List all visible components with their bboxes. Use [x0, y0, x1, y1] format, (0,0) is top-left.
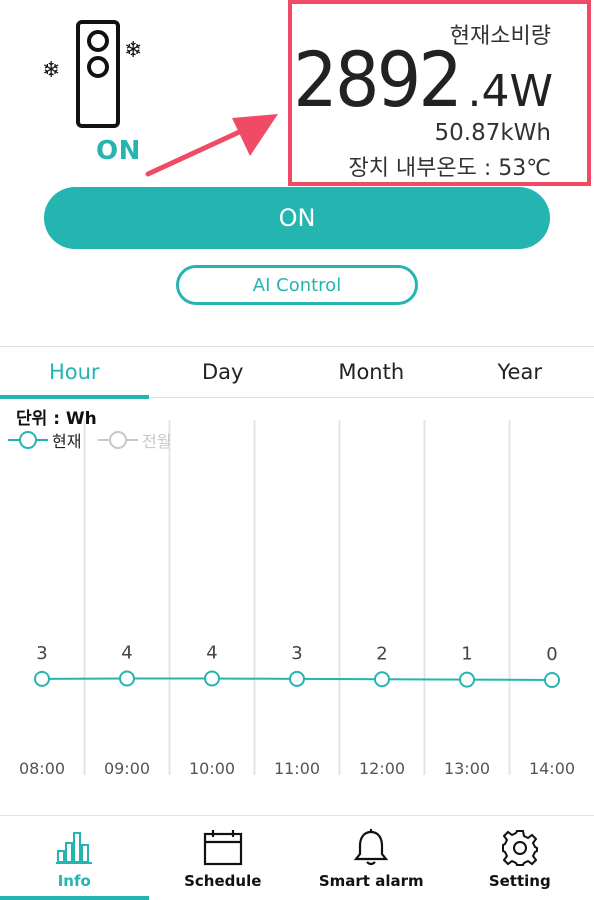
data-label: 3 [36, 643, 47, 664]
data-point [119, 670, 135, 687]
data-point [204, 670, 220, 687]
data-label: 2 [376, 643, 387, 664]
data-point [34, 670, 50, 687]
tab-hour[interactable]: Hour [0, 347, 149, 399]
data-label: 1 [461, 644, 472, 665]
energy-total: 50.87kWh [434, 120, 551, 146]
x-tick-label: 14:00 [529, 759, 575, 778]
nav-info[interactable]: Info [0, 816, 149, 900]
usage-line-chart: 3 4 4 3 2 1 0 08:00 09:00 10:00 11:00 12:00 13:00 14:… [19, 420, 575, 778]
highlight-arrow-icon [145, 114, 278, 177]
power-value-decimal: .4 [467, 66, 510, 117]
nav-info-label: Info [57, 872, 91, 890]
data-point [544, 672, 560, 688]
gear-icon [501, 828, 539, 868]
device-state-label: ON [96, 136, 141, 166]
power-value: 2892.4W [286, 42, 553, 118]
cooling-device-icon [76, 20, 120, 128]
legend-previous-marker-icon [98, 430, 138, 450]
x-tick-label: 13:00 [444, 759, 490, 778]
calendar-icon [203, 828, 243, 868]
legend-previous[interactable]: 전월 [98, 428, 171, 452]
data-label: 4 [121, 643, 132, 664]
legend-current[interactable]: 현재 [8, 428, 81, 452]
nav-setting-label: Setting [488, 872, 551, 890]
snowflake-icon-right: ❄ [124, 38, 143, 63]
ai-control-button[interactable]: AI Control [176, 265, 418, 305]
tab-month[interactable]: Month [297, 347, 446, 397]
tab-day[interactable]: Day [149, 347, 298, 397]
data-label: 0 [546, 644, 557, 665]
x-tick-label: 11:00 [274, 759, 320, 778]
x-tick-label: 12:00 [359, 759, 405, 778]
power-value-unit: W [509, 66, 553, 117]
nav-setting[interactable]: Setting [446, 816, 594, 900]
power-value-integer: 2892 [293, 35, 463, 124]
device-lens-bottom [87, 56, 109, 78]
data-point [374, 671, 390, 688]
tab-year[interactable]: Year [446, 347, 594, 397]
x-tick-label: 10:00 [189, 759, 235, 778]
data-point [459, 671, 475, 688]
bell-icon [353, 828, 389, 868]
nav-smart-alarm-label: Smart alarm [318, 872, 424, 890]
internal-temperature: 장치 내부온도 : 53℃ [348, 156, 551, 181]
nav-schedule[interactable]: Schedule [149, 816, 298, 900]
bottom-navigation: Info Schedule Smart alarm Setting [0, 815, 594, 900]
nav-schedule-label: Schedule [184, 872, 262, 890]
snowflake-icon-left: ❄ [42, 58, 61, 83]
period-tabs: Hour Day Month Year [0, 346, 594, 399]
power-on-button[interactable]: ON [44, 187, 550, 249]
device-lens-top [87, 30, 109, 52]
data-label: 3 [291, 643, 302, 664]
legend-current-label: 현재 [52, 432, 82, 451]
power-readout-panel: 현재소비량 2892.4W 50.87kWh 장치 내부온도 : 53℃ [288, 0, 591, 186]
legend-current-marker-icon [8, 430, 48, 450]
bar-chart-icon [56, 828, 93, 868]
x-tick-label: 09:00 [104, 759, 150, 778]
x-tick-label: 08:00 [19, 759, 65, 778]
legend-previous-label: 전월 [142, 432, 172, 451]
data-point [289, 670, 305, 687]
nav-smart-alarm[interactable]: Smart alarm [297, 816, 446, 900]
chart-unit-label: 단위 : Wh [16, 409, 97, 429]
data-label: 4 [206, 643, 217, 664]
